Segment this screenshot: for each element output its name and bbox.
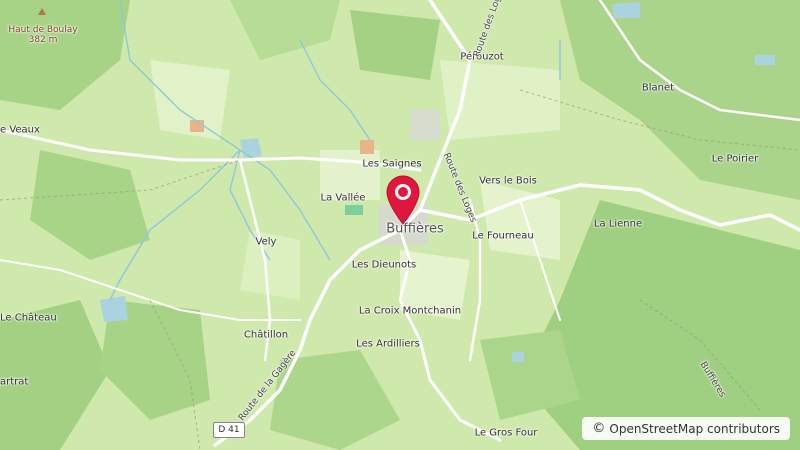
place-label-la-croix-montchanin: La Croix Montchanin: [358, 305, 462, 317]
place-label-les-dieunots: Les Dieunots: [351, 259, 417, 271]
place-label-veaux: e Veaux: [0, 124, 40, 136]
place-label-les-ardilliers: Les Ardilliers: [356, 338, 420, 350]
attribution-link[interactable]: OpenStreetMap contributors: [609, 422, 780, 436]
place-label-les-saignes: Les Saignes: [362, 158, 422, 170]
map-pin-icon: [386, 175, 420, 225]
peak-elevation: 382 m: [28, 35, 58, 45]
place-label-blanet: Blanet: [641, 82, 675, 94]
place-label-vely: Vely: [255, 236, 277, 248]
place-label-artrat: artrat: [0, 376, 29, 388]
location-marker[interactable]: [383, 174, 423, 226]
peak-icon: [38, 8, 46, 15]
map-view[interactable]: Haut de Boulay 382 m e Veaux Pérouzot Bl…: [0, 0, 800, 450]
copyright-symbol: ©: [592, 421, 606, 436]
place-label-le-fourneau: Le Fourneau: [472, 230, 534, 242]
place-label-le-poirier: Le Poirier: [711, 153, 759, 165]
place-label-vers-le-bois: Vers le Bois: [479, 175, 537, 187]
map-attribution[interactable]: © OpenStreetMap contributors: [582, 417, 790, 440]
place-label-le-gros-four: Le Gros Four: [474, 427, 538, 439]
peak-name: Haut de Boulay: [8, 25, 78, 35]
place-label-chatillon: Châtillon: [243, 329, 289, 341]
place-label-le-chateau: Le Château: [0, 312, 57, 324]
place-label-la-vallee: La Vallée: [320, 192, 366, 204]
place-label-la-lienne: La Lienne: [593, 218, 643, 230]
road-shield-d41: D 41: [213, 422, 245, 438]
peak-label: Haut de Boulay 382 m: [8, 25, 77, 45]
